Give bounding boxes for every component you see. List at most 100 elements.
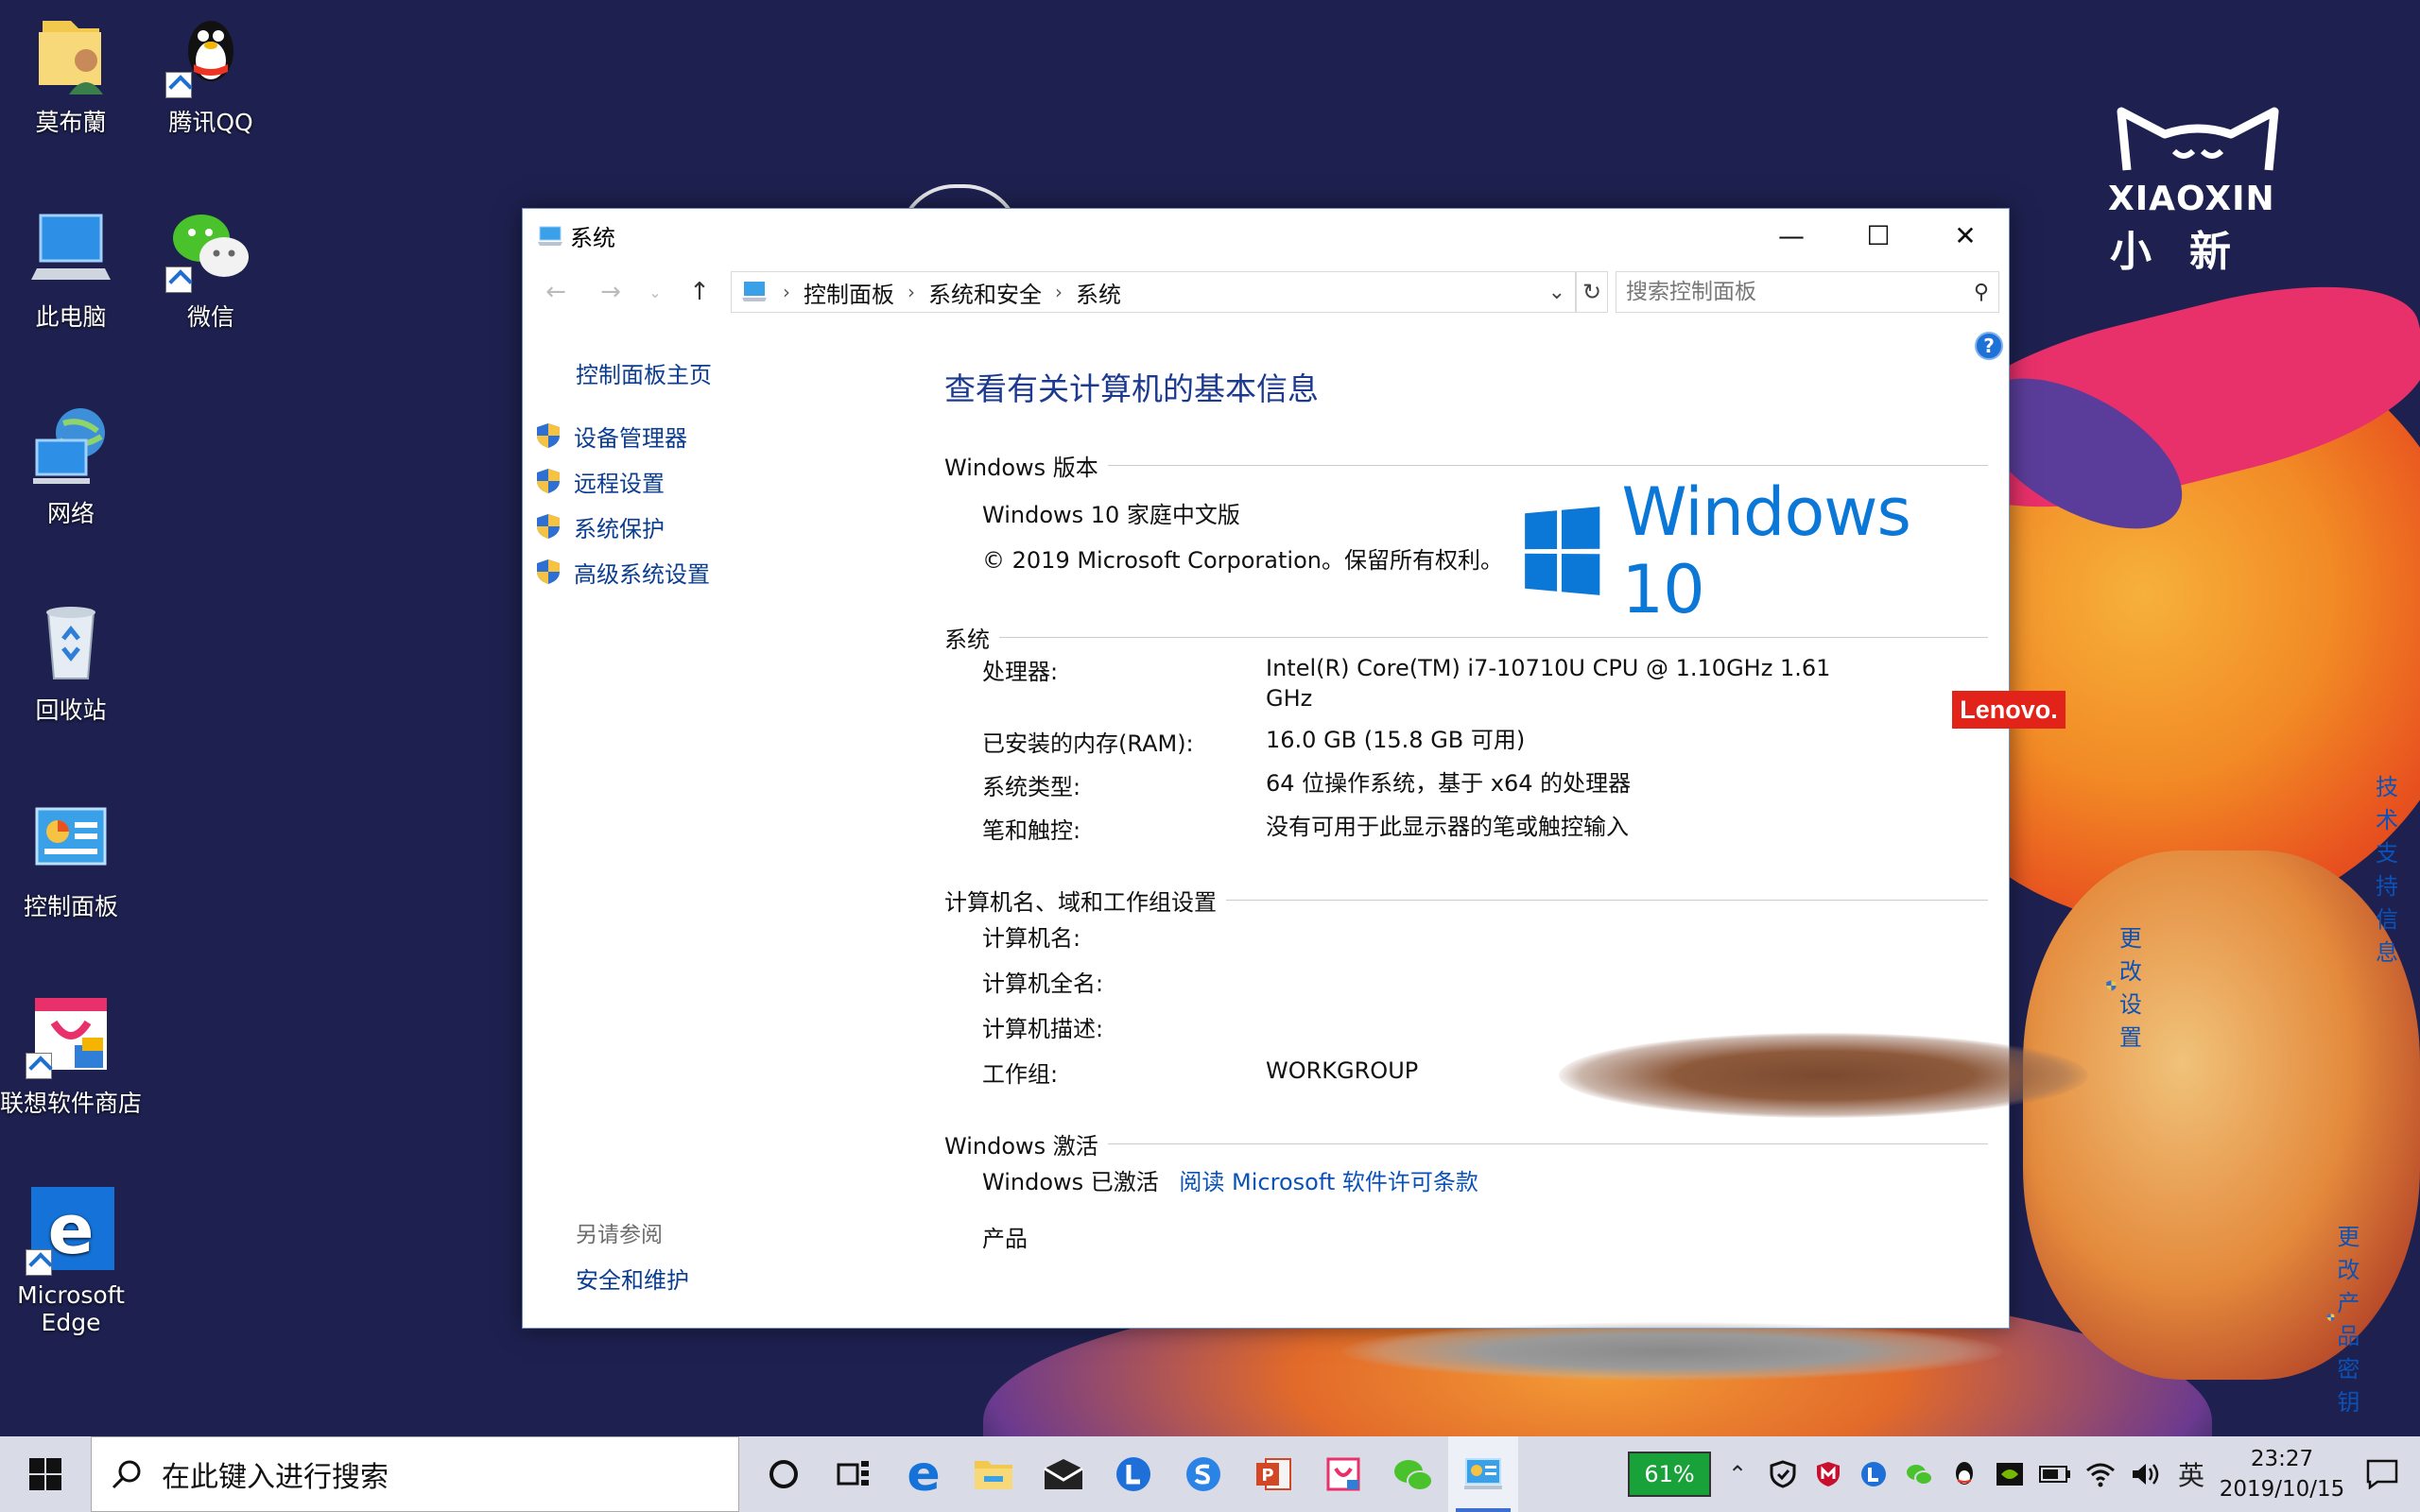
powerpoint-icon: P xyxy=(1256,1458,1291,1490)
section-divider xyxy=(999,637,1988,638)
power-battery-icon[interactable] xyxy=(2036,1455,2074,1493)
uac-shield-icon xyxy=(537,514,560,539)
license-terms-link[interactable]: 阅读 Microsoft 软件许可条款 xyxy=(1179,1169,1478,1195)
search-icon[interactable]: ⚲ xyxy=(1974,281,1989,304)
activation-status: Windows 已激活 xyxy=(982,1169,1159,1195)
device-manager-link[interactable]: 设备管理器 xyxy=(534,413,710,458)
desktop-icon-network[interactable]: 网络 xyxy=(0,399,142,529)
taskbar-control-panel[interactable] xyxy=(1448,1436,1518,1512)
shortcut-arrow-icon xyxy=(26,1053,52,1079)
close-button[interactable]: ✕ xyxy=(1922,209,2009,262)
desktop-icon-qq[interactable]: 腾讯QQ xyxy=(140,8,282,138)
pen-touch-value: 没有可用于此显示器的笔或触控输入 xyxy=(1266,814,1629,840)
left-task-list: 设备管理器 远程设置 系统保护 高级系统设置 xyxy=(534,413,710,594)
edge-icon: e xyxy=(26,1185,116,1276)
desktop-icon-lenovo-store[interactable]: 联想软件商店 xyxy=(0,988,142,1119)
lenovo-tray-icon[interactable] xyxy=(1855,1455,1893,1493)
show-hidden-icons-button[interactable]: ⌃ xyxy=(1719,1455,1756,1493)
taskbar-sogou[interactable] xyxy=(1168,1436,1238,1512)
security-maintenance-link[interactable]: 安全和维护 xyxy=(576,1262,689,1295)
desktop-icon-label: Microsoft Edge xyxy=(17,1281,125,1336)
desktop-icon-edge[interactable]: e Microsoft Edge xyxy=(0,1185,142,1336)
notification-icon xyxy=(2366,1459,2398,1489)
support-info-link[interactable]: 技术支持信息 xyxy=(2376,768,2398,967)
breadcrumb-system-security[interactable]: 系统和安全 xyxy=(928,276,1042,309)
cortana-button[interactable] xyxy=(749,1436,819,1512)
nvidia-icon[interactable] xyxy=(1991,1455,2029,1493)
search-box[interactable]: ⚲ xyxy=(1616,271,1999,313)
change-product-key-link[interactable]: 更改产品密钥 xyxy=(2326,1218,2379,1417)
desktop-icon-this-pc[interactable]: 此电脑 xyxy=(0,202,142,333)
taskbar-search-box[interactable]: 在此键入进行搜索 xyxy=(91,1436,739,1512)
taskbar-edge[interactable]: e xyxy=(889,1436,959,1512)
desktop-icon-wechat[interactable]: 微信 xyxy=(140,202,282,333)
remote-settings-link[interactable]: 远程设置 xyxy=(534,458,710,504)
desktop-icon-recycle-bin[interactable]: 回收站 xyxy=(0,595,142,726)
taskbar-apps: e P xyxy=(749,1436,1518,1512)
uac-shield-icon xyxy=(537,559,560,584)
ram-value: 16.0 GB (15.8 GB 可用) xyxy=(1266,727,1526,753)
brand-line2: 小新 xyxy=(2110,228,2269,276)
desktop-icon-control-panel[interactable]: 控制面板 xyxy=(0,792,142,922)
start-button[interactable] xyxy=(0,1436,91,1512)
advanced-settings-link[interactable]: 高级系统设置 xyxy=(534,549,710,594)
cortana-circle-icon xyxy=(769,1460,798,1488)
breadcrumb-control-panel[interactable]: 控制面板 xyxy=(804,276,894,309)
product-id-label: 产品 xyxy=(982,1226,1028,1252)
taskbar-wechat[interactable] xyxy=(1378,1436,1448,1512)
refresh-button[interactable]: ↻ xyxy=(1576,271,1608,313)
redacted-product-id xyxy=(1341,1322,2003,1381)
taskbar-lenovo-vantage[interactable] xyxy=(1098,1436,1168,1512)
wifi-icon[interactable] xyxy=(2082,1455,2119,1493)
svg-text:P: P xyxy=(1261,1466,1273,1486)
edition-copyright: © 2019 Microsoft Corporation。保留所有权利。 xyxy=(982,547,1503,574)
address-bar[interactable]: › 控制面板 › 系统和安全 › 系统 ⌄ xyxy=(731,271,1576,313)
edge-icon: e xyxy=(907,1446,941,1503)
defender-shield-icon[interactable] xyxy=(1764,1455,1802,1493)
minimize-button[interactable]: — xyxy=(1748,209,1835,262)
desktop-icon-label: 回收站 xyxy=(35,696,107,724)
battery-indicator[interactable]: 61% xyxy=(1628,1452,1711,1497)
maximize-button[interactable]: ☐ xyxy=(1835,209,1922,262)
control-panel-small-icon xyxy=(742,282,767,301)
advanced-settings-label: 高级系统设置 xyxy=(574,560,710,588)
qq-tray-icon[interactable] xyxy=(1945,1455,1983,1493)
taskbar: 在此键入进行搜索 e P 61% ⌃ 英 23:27 2019/10/15 xyxy=(0,1436,2420,1512)
store-bag-icon xyxy=(1326,1457,1360,1491)
section-system: 系统 xyxy=(944,621,1988,654)
taskbar-mail[interactable] xyxy=(1028,1436,1098,1512)
forward-button[interactable]: → xyxy=(587,271,634,313)
clock[interactable]: 23:27 2019/10/15 xyxy=(2218,1444,2346,1504)
breadcrumb-system[interactable]: 系统 xyxy=(1076,276,1121,309)
lenovo-logo: Lenovo. xyxy=(1952,691,2066,729)
desktop-icon-label: 微信 xyxy=(186,303,234,331)
desktop-icon-user-folder[interactable]: 莫布蘭 xyxy=(0,8,142,138)
up-button[interactable]: ↑ xyxy=(676,271,723,313)
wechat-tray-icon[interactable] xyxy=(1900,1455,1938,1493)
taskbar-powerpoint[interactable]: P xyxy=(1238,1436,1308,1512)
task-view-button[interactable] xyxy=(819,1436,889,1512)
change-settings-link[interactable]: 更改设置 xyxy=(2105,919,2158,1052)
input-method-indicator[interactable]: 英 xyxy=(2172,1455,2210,1493)
windows10-logo-text: Windows 10 xyxy=(1621,473,1911,628)
control-panel-home-link[interactable]: 控制面板主页 xyxy=(576,356,712,389)
shortcut-arrow-icon xyxy=(165,72,192,98)
volume-icon[interactable] xyxy=(2127,1455,2165,1493)
desktop-icon-label: 此电脑 xyxy=(35,303,107,331)
taskbar-lenovo-store[interactable] xyxy=(1308,1436,1378,1512)
section-title: Windows 版本 xyxy=(944,455,1098,481)
desktop-icon-label: 控制面板 xyxy=(23,893,118,920)
search-input[interactable] xyxy=(1626,280,1974,304)
breadcrumb-separator: › xyxy=(908,281,915,303)
taskbar-file-explorer[interactable] xyxy=(959,1436,1028,1512)
action-center-button[interactable] xyxy=(2354,1459,2411,1489)
windows10-logo: Windows 10 xyxy=(1521,473,1988,628)
recent-locations-button[interactable]: ⌄ xyxy=(642,271,668,313)
workgroup-value: WORKGROUP xyxy=(1266,1057,1419,1084)
mcafee-icon[interactable] xyxy=(1809,1455,1847,1493)
system-protection-link[interactable]: 系统保护 xyxy=(534,504,710,549)
title-bar[interactable]: 系统 — ☐ ✕ xyxy=(523,209,2009,262)
back-button[interactable]: ← xyxy=(532,271,579,313)
remote-settings-label: 远程设置 xyxy=(574,470,665,497)
chevron-down-icon[interactable]: ⌄ xyxy=(1548,281,1565,304)
